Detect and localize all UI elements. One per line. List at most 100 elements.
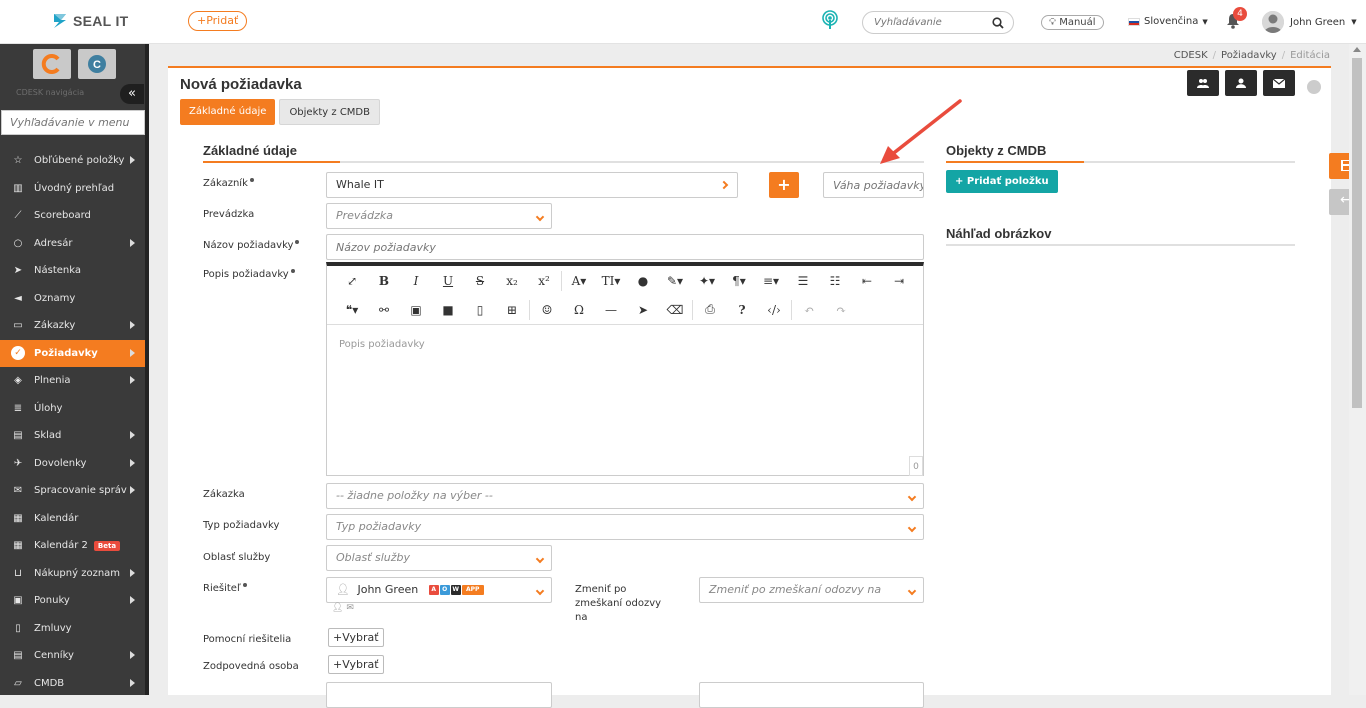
resolver-select[interactable]: 👤︎ John Green A O W APP [326,577,552,603]
manual-button[interactable]: 💡︎ Manuál [1041,15,1104,30]
font-size-icon[interactable]: TI▾ [595,270,627,292]
sidebar-item-zákazky[interactable]: ▭ Zákazky [0,312,145,340]
request-name-input[interactable] [326,234,924,260]
link-icon[interactable]: ⚯ [368,299,400,321]
collapse-sidebar-icon[interactable]: « [120,84,144,104]
global-search[interactable] [862,11,1014,34]
cmdb-logo[interactable]: C [78,49,116,79]
scrollbar-thumb[interactable] [1352,58,1362,408]
sidebar-item-label: Úlohy [34,402,63,414]
sidebar: C CDESK navigácia « ☆ Obľúbené položky ▥ Úv… [0,44,149,695]
indent-icon[interactable]: ⇥ [883,270,915,292]
sidebar-item-kalendár[interactable]: ▦ Kalendár [0,505,145,533]
sidebar-item-spracovanie-správ[interactable]: ✉ Spracovanie správ [0,477,145,505]
scrollbar[interactable] [1349,44,1366,695]
sidebar-item-cenníky[interactable]: ▤ Cenníky [0,642,145,670]
breadcrumb-item[interactable]: CDESK [1174,50,1208,61]
code-view-icon[interactable]: ‹/› [758,299,790,321]
customer-field[interactable]: Whale IT [326,172,738,198]
align-icon[interactable]: ≡▾ [755,270,787,292]
sidebar-item-plnenia[interactable]: ◈ Plnenia [0,367,145,395]
unordered-list-icon[interactable]: ☷ [819,270,851,292]
sidebar-item-scoreboard[interactable]: ⟋ Scoreboard [0,202,145,230]
sidebar-item-nákupný-zoznam[interactable]: ⊔ Nákupný zoznam [0,560,145,588]
paragraph-icon[interactable]: ¶▾ [723,270,755,292]
sidebar-item-adresár[interactable]: ○ Adresár [0,230,145,258]
sidebar-item-kalendár-2[interactable]: ▦ Kalendár 2 Beta [0,532,145,560]
logo[interactable]: SEAL IT [52,12,129,30]
order-select[interactable]: -- žiadne položky na výber -- [326,483,924,509]
horizontal-line-icon[interactable]: — [595,299,627,321]
scroll-up-icon[interactable] [1353,47,1361,52]
mail-button[interactable] [1263,70,1295,96]
next-field-right[interactable] [699,682,924,708]
select-helper-button[interactable]: +Vybrať [328,628,384,647]
group-button[interactable] [1187,70,1219,96]
image-icon[interactable]: ▣ [400,299,432,321]
superscript-icon[interactable]: x² [528,270,560,292]
sidebar-item-oznamy[interactable]: ◄ Oznamy [0,285,145,313]
editor-content[interactable]: Popis požiadavky 0 [327,324,923,476]
weight-input[interactable] [823,172,924,198]
clear-format-icon[interactable]: ⌫ [659,299,691,321]
language-selector[interactable]: Slovenčina ▼ [1128,16,1208,27]
cdesk-logo[interactable] [33,49,71,79]
facility-select[interactable]: Prevádzka [326,203,552,229]
ordered-list-icon[interactable]: ☰ [787,270,819,292]
subscript-icon[interactable]: x₂ [496,270,528,292]
sidebar-item-dovolenky[interactable]: ✈ Dovolenky [0,450,145,478]
sidebar-item-ponuky[interactable]: ▣ Ponuky [0,587,145,615]
tab-basic-info[interactable]: Základné údaje [180,99,276,125]
font-family-icon[interactable]: A▾ [563,270,595,292]
add-item-button[interactable]: + Pridať položku [946,170,1058,193]
sidebar-item-cmdb[interactable]: ▱ CMDB [0,670,145,698]
table-icon[interactable]: ⊞ [496,299,528,321]
service-area-select[interactable]: Oblasť služby [326,545,552,571]
sidebar-item-úvodný-prehľad[interactable]: ▥ Úvodný prehľad [0,175,145,203]
select-all-icon[interactable]: ➤ [627,299,659,321]
bold-icon[interactable]: B [368,270,400,292]
underline-icon[interactable]: U [432,270,464,292]
request-type-select[interactable]: Typ požiadavky [326,514,924,540]
sidebar-item-obľúbené-položky[interactable]: ☆ Obľúbené položky [0,147,145,175]
menu-search[interactable] [1,110,148,135]
add-button[interactable]: +Pridať [188,11,248,31]
print-icon[interactable]: ⎙ [694,299,726,321]
tab-cmdb-objects[interactable]: Objekty z CMDB [279,99,380,125]
next-field[interactable] [326,682,552,708]
sidebar-item-požiadavky[interactable]: ✓ Požiadavky [0,339,145,367]
user-menu[interactable]: John Green ▼ [1262,11,1357,33]
emoji-icon[interactable]: ☺ [531,299,563,321]
magic-icon[interactable]: ✦▾ [691,270,723,292]
breadcrumb-item[interactable]: Požiadavky [1221,50,1277,61]
edit-icon[interactable] [1307,80,1321,94]
menu-search-input[interactable] [10,111,148,134]
color-drop-icon[interactable]: ● [627,270,659,292]
podcast-icon[interactable] [820,10,840,33]
select-responsible-button[interactable]: +Vybrať [328,655,384,674]
file-icon[interactable]: ▯ [464,299,496,321]
add-customer-button[interactable]: + [769,172,799,198]
sidebar-item-úlohy[interactable]: ≣ Úlohy [0,395,145,423]
fullscreen-icon[interactable]: ⤢ [336,270,368,292]
strikethrough-icon[interactable]: S [464,270,496,292]
user-icon[interactable]: 👤︎ [332,603,343,613]
quote-icon[interactable]: ❝▾ [336,299,368,321]
special-char-icon[interactable]: Ω [563,299,595,321]
global-search-input[interactable] [874,12,994,33]
chevron-down-icon [907,586,917,596]
change-on-missed-select[interactable]: Zmeniť po zmeškaní odozvy na [699,577,924,603]
sidebar-item-sklad[interactable]: ▤ Sklad [0,422,145,450]
envelope-icon[interactable]: ✉︎ [346,603,354,613]
sidebar-item-zmluvy[interactable]: ▯ Zmluvy [0,615,145,643]
redo-icon[interactable]: ↷ [825,299,857,321]
help-icon[interactable]: ? [726,299,758,321]
brush-icon[interactable]: ✎▾ [659,270,691,292]
sidebar-item-nástenka[interactable]: ➤ Nástenka [0,257,145,285]
outdent-icon[interactable]: ⇤ [851,270,883,292]
italic-icon[interactable]: I [400,270,432,292]
video-icon[interactable]: ■ [432,299,464,321]
undo-icon[interactable]: ↶ [793,299,825,321]
search-icon[interactable] [992,17,1004,29]
user-button[interactable] [1225,70,1257,96]
